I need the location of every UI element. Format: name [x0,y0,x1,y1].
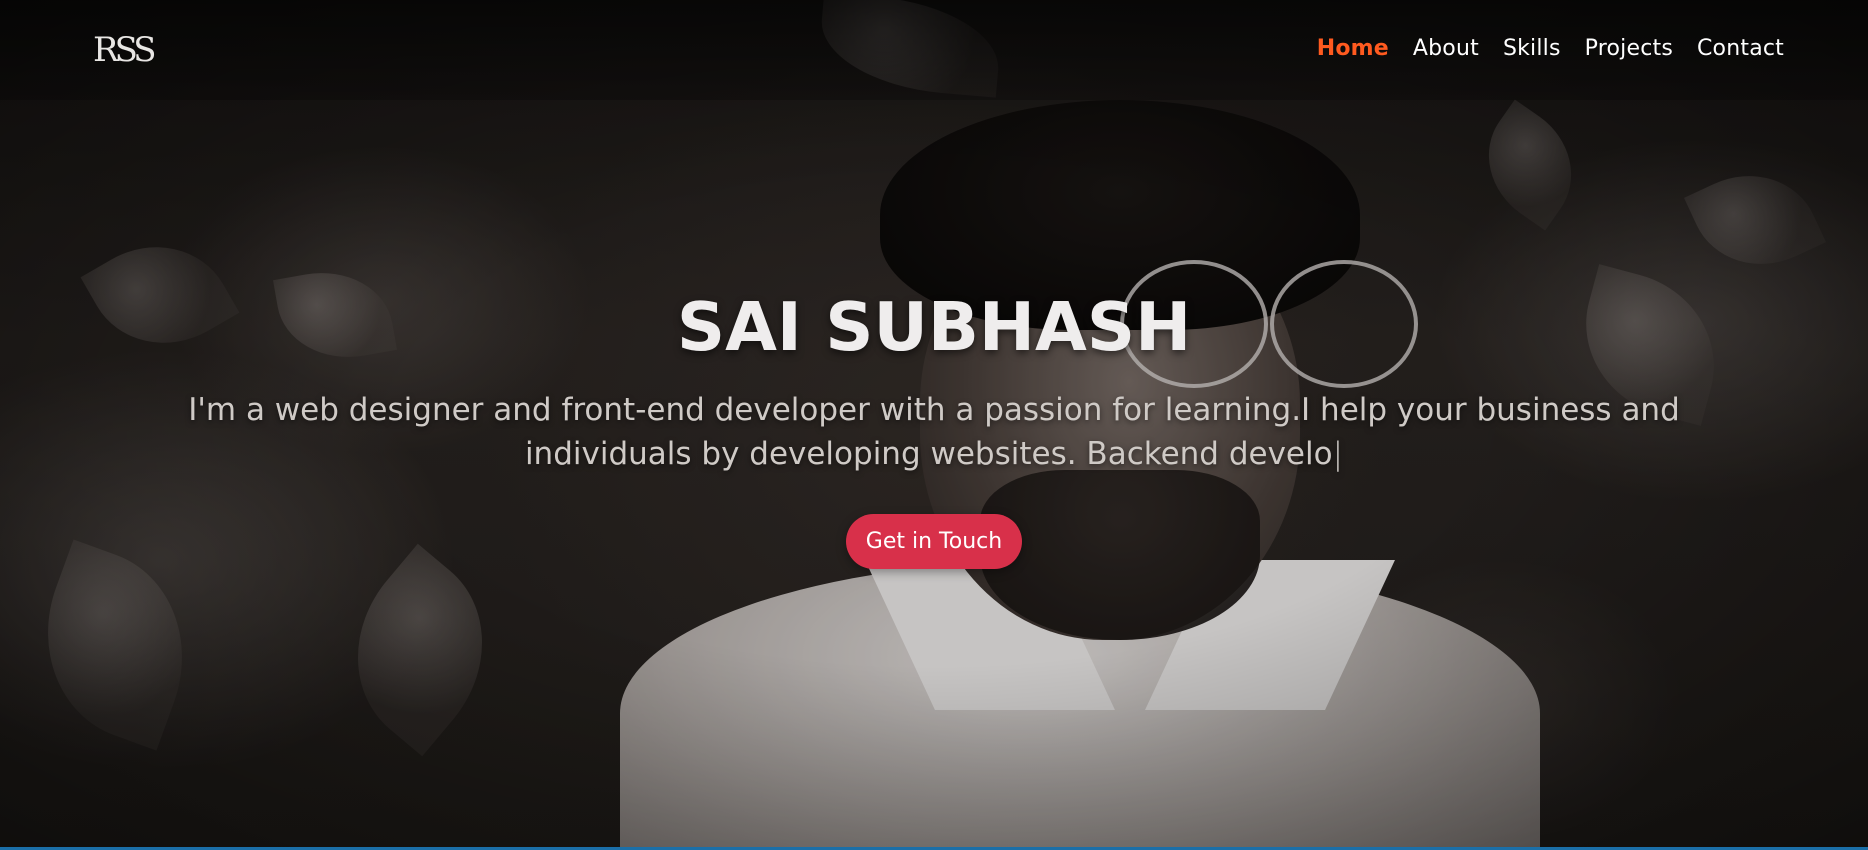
navbar: RSS Home About Skills Projects Contact [0,0,1868,100]
site-logo[interactable]: RSS [93,30,157,70]
nav-skills[interactable]: Skills [1503,36,1561,61]
main-nav: Home About Skills Projects Contact [1317,36,1784,61]
get-in-touch-button[interactable]: Get in Touch [845,514,1023,569]
nav-contact[interactable]: Contact [1697,36,1784,61]
nav-projects[interactable]: Projects [1585,36,1673,61]
hero-name: SAI SUBHASH [676,288,1192,366]
hero-content: SAI SUBHASH I'm a web designer and front… [0,288,1868,569]
nav-home[interactable]: Home [1317,36,1389,61]
typing-cursor: | [1332,436,1344,472]
nav-about[interactable]: About [1413,36,1479,61]
hero-tagline: I'm a web designer and front-end develop… [114,388,1754,476]
hero-section: RSS Home About Skills Projects Contact S… [0,0,1868,850]
typed-text: I'm a web designer and front-end develop… [188,392,1680,472]
